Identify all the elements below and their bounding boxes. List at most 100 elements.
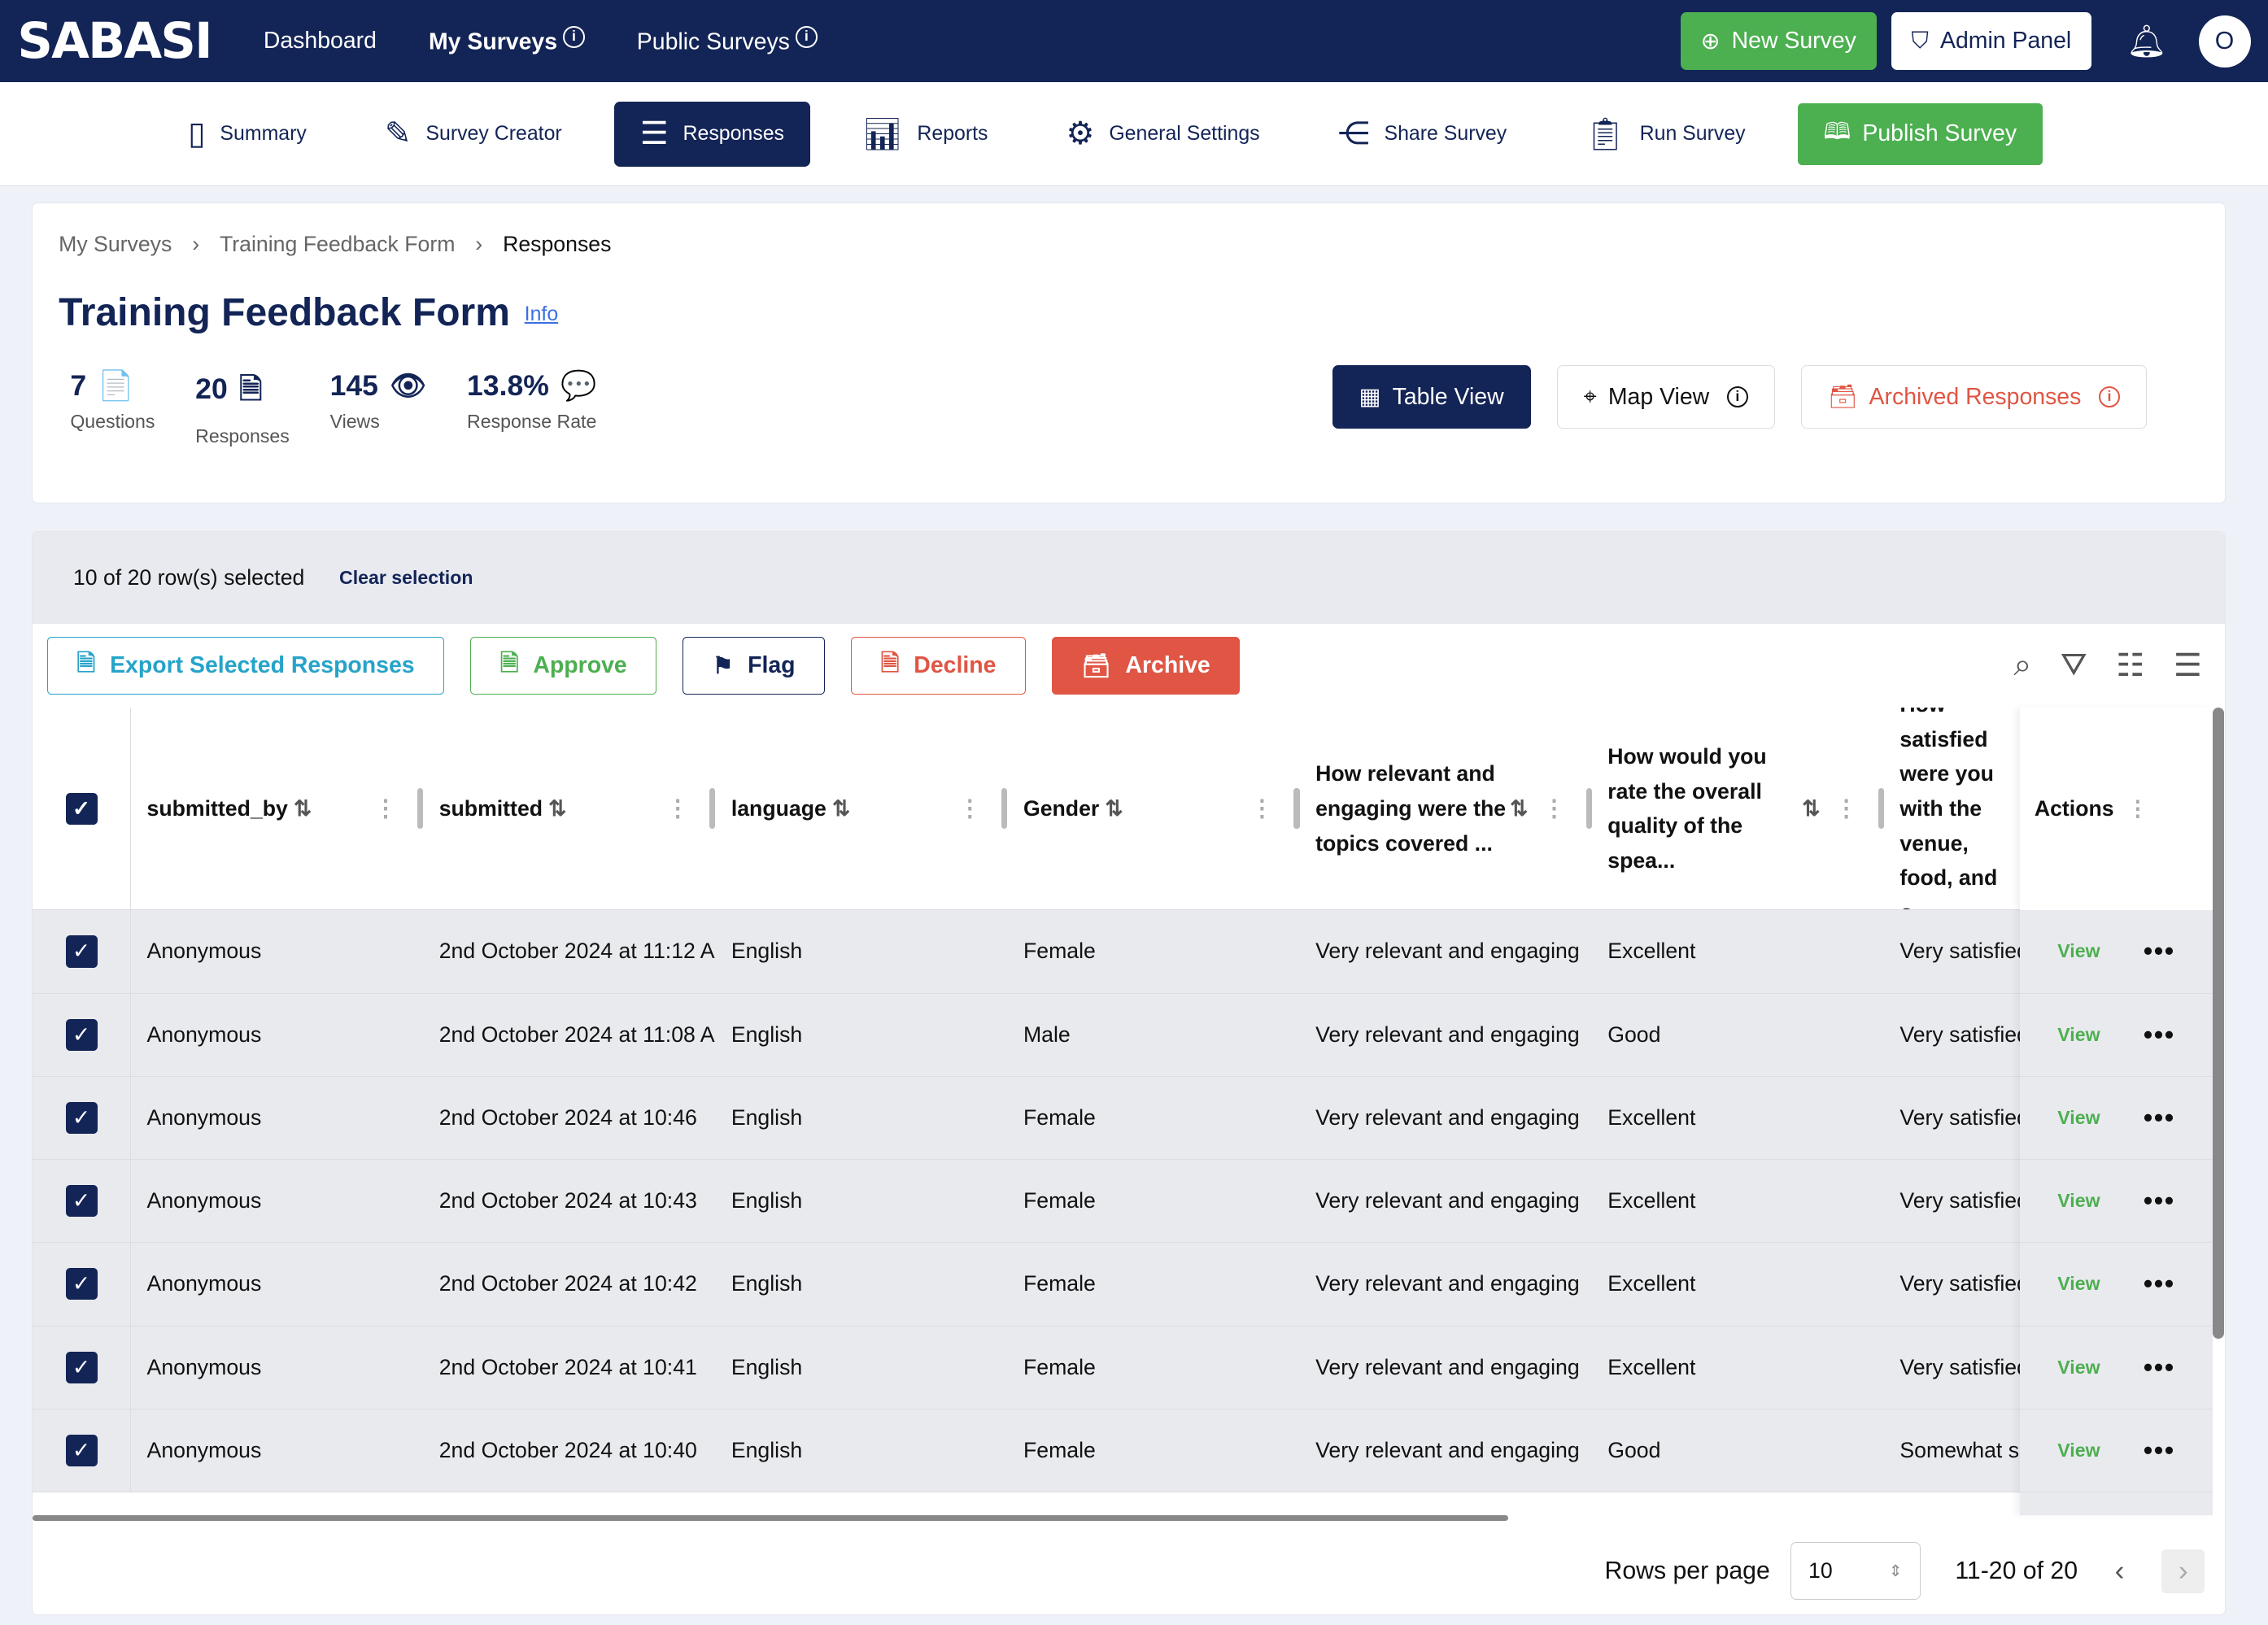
sort-icon[interactable]: ⇅ bbox=[1802, 796, 1820, 821]
table-cell: Anonymous bbox=[146, 1437, 262, 1462]
row-checkbox[interactable]: ✓ bbox=[65, 1351, 98, 1383]
export-selected-button[interactable]: 🗎 Export Selected Responses bbox=[46, 637, 445, 695]
tab-survey-creator[interactable]: ✎ Survey Creator bbox=[359, 102, 588, 167]
admin-panel-button[interactable]: ⛉ Admin Panel bbox=[1891, 12, 2092, 71]
publish-survey-button[interactable]: 🕮 Publish Survey bbox=[1797, 102, 2043, 166]
bell-icon[interactable]: 🔔︎ bbox=[2126, 23, 2167, 60]
view-link[interactable]: View bbox=[2057, 1273, 2100, 1295]
rows-per-page-select[interactable]: 10 ⇕ bbox=[1790, 1542, 1921, 1601]
next-page-button[interactable]: › bbox=[2161, 1549, 2205, 1593]
approve-button[interactable]: 🗎 Approve bbox=[470, 637, 657, 695]
row-checkbox[interactable]: ✓ bbox=[65, 1018, 98, 1051]
column-menu-icon[interactable]: ⋮ bbox=[374, 795, 397, 822]
archived-responses-button[interactable]: 🗃︎ Archived Responses i bbox=[1801, 365, 2148, 429]
shield-icon: ⛉ bbox=[1911, 28, 1929, 54]
table-view-button[interactable]: ▦ Table View bbox=[1332, 365, 1531, 429]
column-menu-icon[interactable]: ⋮ bbox=[1834, 795, 1857, 822]
select-all-checkbox[interactable]: ✓ bbox=[65, 792, 98, 825]
columns-icon[interactable]: ☷ bbox=[2116, 647, 2144, 684]
sort-icon[interactable]: ⇅ bbox=[294, 796, 312, 821]
column-resize-handle[interactable] bbox=[709, 788, 716, 830]
filter-icon[interactable]: ⛛ bbox=[2061, 647, 2087, 684]
column-menu-icon[interactable]: ⋮ bbox=[1542, 795, 1565, 822]
column-header[interactable]: Gender ⇅ ⋮ bbox=[1007, 708, 1300, 909]
sort-icon[interactable]: ⇅ bbox=[1105, 796, 1123, 821]
sort-icon[interactable]: ⇅ bbox=[548, 796, 566, 821]
map-view-button[interactable]: ⌖ Map View i bbox=[1556, 365, 1776, 429]
view-link[interactable]: View bbox=[2057, 1107, 2100, 1129]
sort-icon[interactable]: ⇅ bbox=[1510, 796, 1528, 821]
more-icon[interactable]: ••• bbox=[2144, 1020, 2175, 1050]
vertical-scrollbar[interactable] bbox=[2212, 708, 2224, 1339]
stat-responses: 20 🗎 Responses bbox=[195, 368, 290, 448]
row-checkbox[interactable]: ✓ bbox=[65, 1101, 98, 1134]
view-link[interactable]: View bbox=[2057, 1357, 2100, 1379]
view-link[interactable]: View bbox=[2057, 940, 2100, 962]
label: Flag bbox=[748, 652, 796, 679]
column-menu-icon[interactable]: ⋮ bbox=[2127, 796, 2149, 821]
column-resize-handle[interactable] bbox=[417, 788, 424, 830]
nav-public-surveys[interactable]: Public Surveys i bbox=[637, 26, 818, 55]
tab-summary[interactable]: ▯ Summary bbox=[162, 102, 333, 167]
column-header[interactable]: How relevant and engaging were the topic… bbox=[1300, 708, 1592, 909]
tab-responses[interactable]: ☰ Responses bbox=[613, 101, 810, 167]
row-checkbox[interactable]: ✓ bbox=[65, 935, 98, 968]
search-icon[interactable]: ⌕ bbox=[2013, 647, 2031, 684]
info-link[interactable]: Info bbox=[525, 303, 559, 325]
row-checkbox[interactable]: ✓ bbox=[65, 1185, 98, 1218]
decline-button[interactable]: 🗎 Decline bbox=[851, 637, 1026, 695]
table-cell: English bbox=[731, 1354, 803, 1379]
row-checkbox[interactable]: ✓ bbox=[65, 1434, 98, 1466]
info-icon[interactable]: i bbox=[563, 26, 585, 49]
nav-dashboard[interactable]: Dashboard bbox=[264, 28, 377, 54]
archive-button[interactable]: 🗃︎ Archive bbox=[1051, 637, 1241, 695]
view-link[interactable]: View bbox=[2057, 1190, 2100, 1212]
more-icon[interactable]: ••• bbox=[2144, 1269, 2175, 1299]
column-header[interactable]: How satisfied were you with the venue, f… bbox=[1884, 708, 2023, 909]
more-icon[interactable]: ••• bbox=[2144, 1353, 2175, 1383]
column-menu-icon[interactable]: ⋮ bbox=[958, 795, 981, 822]
density-icon[interactable]: ☰ bbox=[2174, 647, 2202, 684]
column-resize-handle[interactable] bbox=[1001, 788, 1008, 830]
column-header[interactable]: submitted ⇅ ⋮ bbox=[423, 708, 716, 909]
column-menu-icon[interactable]: ⋮ bbox=[666, 795, 689, 822]
label: Admin Panel bbox=[1940, 28, 2072, 54]
clear-selection-link[interactable]: Clear selection bbox=[339, 567, 473, 589]
horizontal-scrollbar[interactable] bbox=[33, 1514, 1508, 1521]
more-icon[interactable]: ••• bbox=[2144, 1103, 2175, 1133]
info-icon[interactable]: i bbox=[796, 26, 818, 49]
rows-per-page-label: Rows per page bbox=[1604, 1557, 1770, 1584]
nav-my-surveys[interactable]: My Surveys i bbox=[429, 26, 585, 55]
column-resize-handle[interactable] bbox=[1878, 788, 1884, 830]
label: Approve bbox=[533, 652, 627, 679]
table-cell: Female bbox=[1023, 1354, 1096, 1379]
table-cell: English bbox=[731, 1104, 803, 1130]
new-survey-button[interactable]: ⊕ New Survey bbox=[1680, 12, 1877, 71]
column-resize-handle[interactable] bbox=[1293, 788, 1300, 830]
tab-reports[interactable]: 📊︎ Reports bbox=[836, 102, 1014, 167]
column-resize-handle[interactable] bbox=[1585, 788, 1592, 830]
book-open-icon: 🕮 bbox=[1823, 118, 1851, 145]
column-header[interactable]: language ⇅ ⋮ bbox=[715, 708, 1008, 909]
avatar[interactable]: O bbox=[2198, 15, 2251, 68]
table-cell: Very relevant and engaging bbox=[1315, 1104, 1580, 1130]
more-icon[interactable]: ••• bbox=[2144, 936, 2175, 966]
sort-icon[interactable]: ⇅ bbox=[832, 796, 850, 821]
view-link[interactable]: View bbox=[2057, 1440, 2100, 1462]
tab-general-settings[interactable]: ⚙ General Settings bbox=[1040, 102, 1286, 167]
prev-page-button[interactable]: ‹ bbox=[2098, 1549, 2141, 1592]
more-icon[interactable]: ••• bbox=[2144, 1186, 2175, 1216]
table-icon: ▦ bbox=[1359, 384, 1381, 411]
breadcrumb-survey[interactable]: Training Feedback Form bbox=[220, 232, 455, 257]
column-menu-icon[interactable]: ⋮ bbox=[1250, 795, 1273, 822]
more-icon[interactable]: ••• bbox=[2144, 1435, 2175, 1466]
tab-run-survey[interactable]: 📋︎ Run Survey bbox=[1559, 102, 1771, 167]
flag-button[interactable]: ⚑ Flag bbox=[683, 637, 826, 695]
breadcrumb-my-surveys[interactable]: My Surveys bbox=[59, 232, 172, 257]
row-checkbox[interactable]: ✓ bbox=[65, 1268, 98, 1300]
notebook-icon: ▯ bbox=[188, 116, 206, 152]
column-header[interactable]: How would you rate the overall quality o… bbox=[1592, 708, 1884, 909]
tab-share-survey[interactable]: ⋲ Share Survey bbox=[1312, 102, 1533, 167]
view-link[interactable]: View bbox=[2057, 1024, 2100, 1046]
column-header[interactable]: submitted_by ⇅ ⋮ bbox=[131, 708, 424, 909]
